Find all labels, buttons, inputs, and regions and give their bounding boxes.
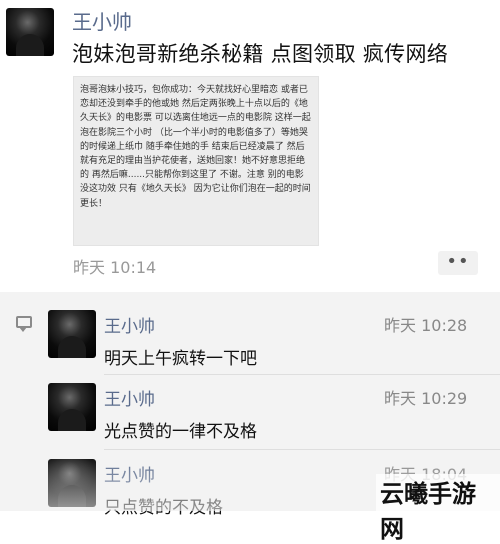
comment-author[interactable]: 王小帅 (104, 461, 155, 486)
comment-item[interactable]: 王小帅 昨天 10:29 光点赞的一律不及格 (0, 383, 500, 463)
post-timestamp: 昨天 10:14 (73, 258, 157, 277)
moments-post: 王小帅 泡妹泡哥新绝杀秘籍 点图领取 疯传网络 泡哥泡妹小技巧，包你成功：今天就… (0, 0, 500, 290)
comment-time: 昨天 10:29 (384, 389, 468, 408)
comment-divider (104, 449, 500, 450)
post-text: 泡妹泡哥新绝杀秘籍 点图领取 疯传网络 (72, 42, 449, 66)
comment-author[interactable]: 王小帅 (104, 385, 155, 410)
comment-avatar[interactable] (48, 459, 96, 507)
comment-item[interactable]: 王小帅 昨天 10:28 明天上午疯转一下吧 (0, 310, 500, 390)
comment-divider (104, 374, 500, 375)
post-author-avatar[interactable] (6, 8, 54, 56)
comment-time: 昨天 10:28 (384, 316, 468, 335)
site-watermark: 云曦手游网 (376, 474, 500, 544)
comment-text: 光点赞的一律不及格 (104, 422, 257, 442)
comment-avatar[interactable] (48, 383, 96, 431)
comment-author[interactable]: 王小帅 (104, 312, 155, 337)
post-image[interactable]: 泡哥泡妹小技巧，包你成功：今天就找好心里暗恋 或者已恋却还没到牵手的他或她 然后… (73, 76, 319, 246)
post-author-name[interactable]: 王小帅 (72, 6, 132, 35)
post-image-text: 泡哥泡妹小技巧，包你成功：今天就找好心里暗恋 或者已恋却还没到牵手的他或她 然后… (80, 85, 311, 209)
comment-text: 只点赞的不及格 (104, 498, 223, 518)
post-more-button[interactable]: •• (438, 251, 478, 275)
comment-avatar[interactable] (48, 310, 96, 358)
comment-text: 明天上午疯转一下吧 (104, 349, 257, 369)
